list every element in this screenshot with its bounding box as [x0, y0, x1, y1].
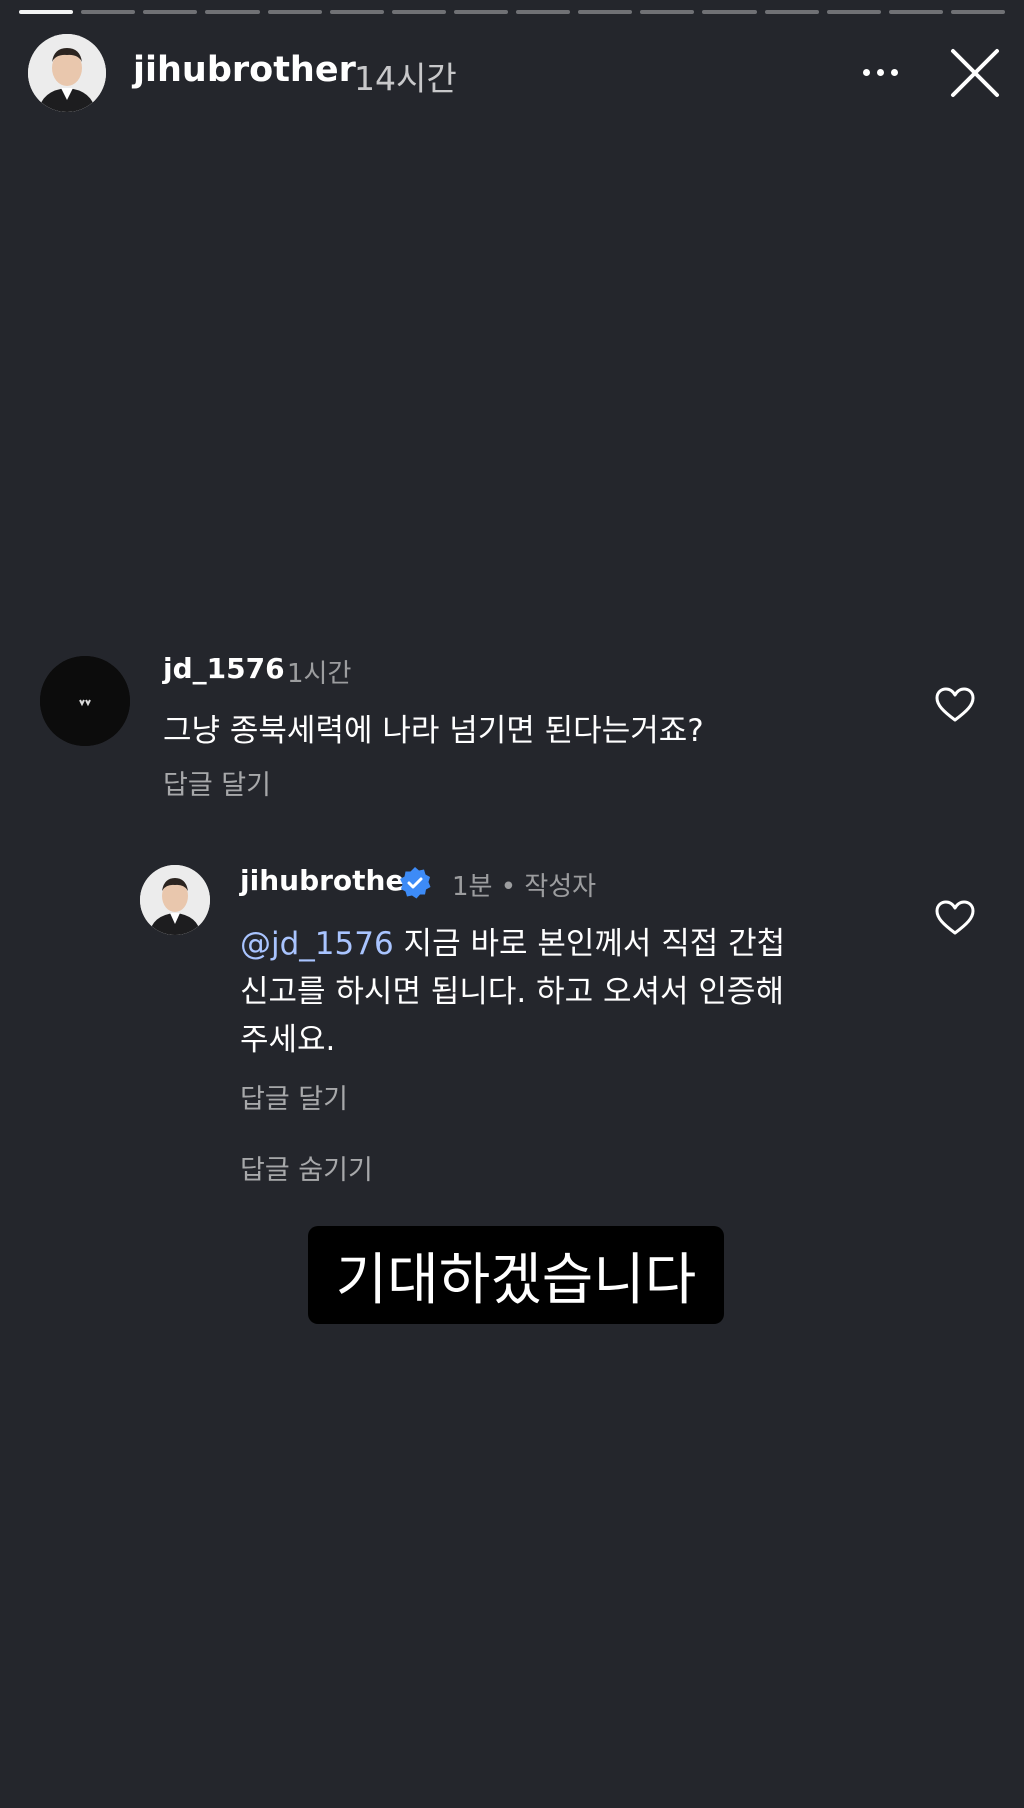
progress-segment	[640, 10, 695, 14]
verified-badge-icon	[400, 867, 431, 899]
commenter-avatar[interactable]	[40, 656, 130, 746]
profile-avatar[interactable]	[28, 34, 106, 112]
progress-segment	[453, 10, 508, 14]
progress-segment	[143, 10, 198, 14]
reply-meta: 1분 • 작성자	[452, 872, 597, 902]
progress-segment	[888, 10, 943, 14]
story-username[interactable]: jihubrother	[133, 50, 356, 90]
hide-replies-button[interactable]: 답글 숨기기	[240, 1148, 373, 1187]
progress-segment	[81, 10, 136, 14]
reply-mention[interactable]: @jd_1576	[240, 926, 394, 962]
comment-reply-button[interactable]: 답글 달기	[163, 763, 271, 802]
story-time: 14시간	[354, 59, 457, 98]
close-icon	[951, 49, 999, 97]
close-button[interactable]	[950, 48, 1000, 98]
progress-segment	[826, 10, 881, 14]
more-horizontal-icon	[862, 68, 898, 76]
progress-segment	[950, 10, 1005, 14]
comment-text: 그냥 종북세력에 나라 넘기면 된다는거죠?	[163, 713, 704, 749]
reply-like-button[interactable]	[935, 900, 975, 936]
comment-username[interactable]: jd_1576	[163, 652, 285, 685]
progress-segment	[702, 10, 757, 14]
heart-icon	[935, 687, 975, 722]
progress-segment	[267, 10, 322, 14]
progress-segment	[391, 10, 446, 14]
reply-text-block: @jd_1576 지금 바로 본인께서 직접 간첩신고를 하시면 됩니다. 하고…	[240, 920, 800, 1064]
progress-segment	[205, 10, 260, 14]
progress-segment	[329, 10, 384, 14]
heart-icon	[935, 900, 975, 935]
progress-segment	[516, 10, 571, 14]
reply-reply-button[interactable]: 답글 달기	[240, 1077, 348, 1116]
reply-username[interactable]: jihubrother	[240, 864, 418, 897]
comment-time: 1시간	[287, 659, 352, 689]
progress-segment	[578, 10, 633, 14]
reply-avatar[interactable]	[140, 865, 210, 935]
progress-segment	[19, 10, 74, 14]
progress-segment	[764, 10, 819, 14]
more-options-button[interactable]	[856, 50, 904, 94]
story-caption: 기대하겠습니다	[308, 1226, 724, 1324]
caption-text: 기대하겠습니다	[335, 1247, 697, 1313]
comment-like-button[interactable]	[935, 687, 975, 723]
story-progress-bar	[19, 10, 1005, 14]
